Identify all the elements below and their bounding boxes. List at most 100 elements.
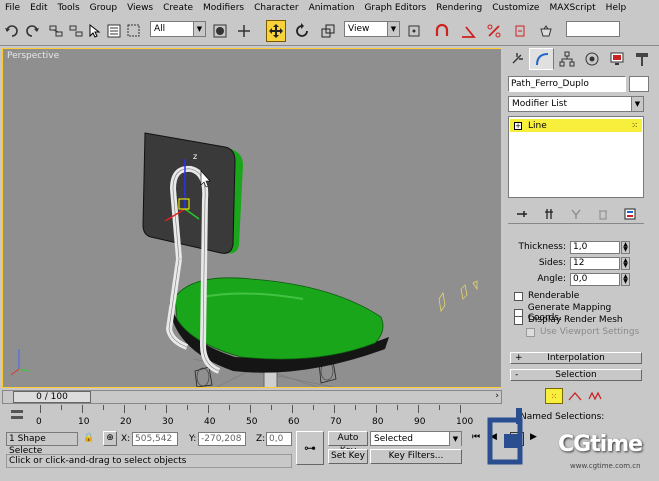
stack-item-line[interactable]: + Line ⁙ bbox=[510, 119, 642, 132]
menu-item-file[interactable]: File bbox=[0, 0, 25, 16]
x-coordinate-field[interactable]: 505,542 bbox=[132, 432, 178, 446]
renderable-checkbox[interactable]: Renderable bbox=[514, 291, 579, 301]
mirror-button[interactable] bbox=[432, 20, 452, 42]
menu-item-views[interactable]: Views bbox=[122, 0, 158, 16]
timeline-tick bbox=[82, 405, 83, 413]
timeline-tick-label: 40 bbox=[204, 417, 216, 427]
key-icon: ⊶ bbox=[304, 441, 316, 455]
key-mode-dropdown[interactable]: Selected ▼ bbox=[370, 431, 462, 446]
timeline-tick bbox=[397, 405, 398, 410]
menu-item-modifiers[interactable]: Modifiers bbox=[198, 0, 249, 16]
display-render-mesh-checkbox[interactable]: Display Render Mesh bbox=[514, 315, 623, 325]
set-key-big-button[interactable]: ⊶ bbox=[296, 431, 324, 465]
use-viewport-settings-checkbox[interactable]: Use Viewport Settings bbox=[526, 327, 639, 337]
list-icon bbox=[107, 24, 121, 38]
key-filters-button[interactable]: Key Filters... bbox=[370, 449, 462, 464]
menu-item-character[interactable]: Character bbox=[249, 0, 303, 16]
redo-button[interactable] bbox=[22, 20, 42, 42]
select-region-button[interactable] bbox=[124, 20, 144, 42]
time-slider[interactable]: 0 / 100 › bbox=[2, 390, 502, 404]
z-coordinate-field[interactable]: 0,0 bbox=[266, 432, 292, 446]
align-button[interactable] bbox=[458, 20, 478, 42]
time-slider-thumb[interactable]: 0 / 100 bbox=[13, 391, 91, 403]
tab-modify[interactable] bbox=[529, 48, 554, 70]
timeline-tick-label: 90 bbox=[414, 417, 426, 427]
menu-item-animation[interactable]: Animation bbox=[304, 0, 360, 16]
menu-item-group[interactable]: Group bbox=[85, 0, 122, 16]
y-coordinate-field[interactable]: -270,208 bbox=[198, 432, 246, 446]
object-color-swatch[interactable] bbox=[629, 76, 649, 92]
key-mode-value: Selected bbox=[374, 434, 414, 444]
interpolation-rollout-button[interactable]: + Interpolation bbox=[510, 352, 642, 364]
chevron-down-icon: ▼ bbox=[387, 22, 399, 36]
pivot-point-button[interactable] bbox=[404, 20, 424, 42]
chevron-down-icon: ▼ bbox=[193, 22, 205, 36]
select-object-button[interactable] bbox=[84, 20, 104, 42]
sides-spinner-arrows[interactable]: ▲ ▼ bbox=[621, 257, 630, 270]
select-and-scale-button[interactable] bbox=[318, 20, 338, 42]
prompt-line: Click or click-and-drag to select object… bbox=[6, 454, 292, 468]
render-button[interactable] bbox=[536, 20, 556, 42]
reference-coordinate-dropdown[interactable]: View ▼ bbox=[344, 21, 400, 37]
unlink-button[interactable] bbox=[66, 20, 86, 42]
undo-button[interactable] bbox=[2, 20, 22, 42]
expand-plus-icon: + bbox=[515, 353, 523, 363]
timeline-tick bbox=[292, 405, 293, 413]
make-unique-icon[interactable] bbox=[569, 207, 583, 221]
select-and-manipulate-button[interactable] bbox=[234, 20, 254, 42]
selection-label: Selection bbox=[555, 370, 597, 380]
select-and-move-button[interactable] bbox=[266, 20, 286, 42]
show-end-result-icon[interactable] bbox=[542, 207, 556, 221]
track-bar[interactable]: 0 10 20 30 40 50 60 70 80 90 100 bbox=[0, 405, 500, 429]
expand-plus-icon[interactable]: + bbox=[514, 121, 522, 130]
menu-item-maxscript[interactable]: MAXScript bbox=[544, 0, 600, 16]
window-crossing-button[interactable] bbox=[210, 20, 230, 42]
spinner-snap-button[interactable] bbox=[510, 20, 530, 42]
modifier-list-dropdown[interactable]: Modifier List ▼ bbox=[508, 96, 644, 112]
timeline-tick bbox=[166, 405, 167, 413]
perspective-viewport[interactable]: Perspective z bbox=[2, 48, 502, 388]
scale-icon bbox=[321, 24, 335, 38]
track-bar-toggle-button[interactable] bbox=[8, 407, 26, 423]
tab-motion[interactable] bbox=[579, 48, 604, 70]
set-key-button[interactable]: Set Key bbox=[328, 449, 368, 464]
named-selection-field[interactable] bbox=[566, 21, 620, 37]
menu-item-help[interactable]: Help bbox=[601, 0, 632, 16]
x-label: X: bbox=[121, 434, 131, 444]
object-name-field[interactable]: Path_Ferro_Duplo bbox=[508, 76, 626, 92]
menu-item-tools[interactable]: Tools bbox=[53, 0, 85, 16]
sub-object-dots-icon: ⁙ bbox=[631, 121, 638, 130]
tab-utilities[interactable] bbox=[629, 48, 654, 70]
timeline-tick bbox=[355, 405, 356, 410]
select-and-rotate-button[interactable] bbox=[292, 20, 312, 42]
tab-create[interactable] bbox=[504, 48, 529, 70]
pin-stack-icon[interactable] bbox=[515, 207, 529, 221]
selection-filter-dropdown[interactable]: All ▼ bbox=[150, 21, 206, 37]
sides-spinner[interactable]: 12 bbox=[570, 257, 620, 270]
thickness-spinner-arrows[interactable]: ▲ ▼ bbox=[621, 241, 630, 254]
absolute-mode-button[interactable]: ⊕ bbox=[103, 431, 117, 446]
angle-spinner-arrows[interactable]: ▲ ▼ bbox=[621, 273, 630, 286]
lock-selection-icon[interactable]: 🔒 bbox=[83, 433, 94, 443]
menu-item-rendering[interactable]: Rendering bbox=[431, 0, 487, 16]
configure-sets-icon[interactable] bbox=[623, 207, 637, 221]
tab-display[interactable] bbox=[604, 48, 629, 70]
menu-item-customize[interactable]: Customize bbox=[487, 0, 544, 16]
select-and-link-button[interactable] bbox=[46, 20, 66, 42]
auto-key-button[interactable]: Auto Key bbox=[328, 431, 368, 456]
thickness-spinner[interactable]: 1,0 bbox=[570, 241, 620, 254]
modifier-stack: + Line ⁙ bbox=[508, 116, 644, 198]
checkbox-box bbox=[526, 327, 535, 337]
chair-scene: z bbox=[10, 132, 478, 387]
select-by-name-button[interactable] bbox=[104, 20, 124, 42]
menu-item-create[interactable]: Create bbox=[158, 0, 198, 16]
checkbox-box bbox=[514, 315, 523, 325]
selection-rollout-button[interactable]: - Selection bbox=[510, 369, 642, 381]
tab-hierarchy[interactable] bbox=[554, 48, 579, 70]
menu-item-edit[interactable]: Edit bbox=[25, 0, 52, 16]
angle-spinner[interactable]: 0,0 bbox=[570, 273, 620, 286]
percent-snap-button[interactable] bbox=[484, 20, 504, 42]
menu-item-graph-editors[interactable]: Graph Editors bbox=[359, 0, 431, 16]
remove-modifier-icon[interactable] bbox=[596, 207, 610, 221]
display-monitor-icon bbox=[610, 52, 623, 65]
